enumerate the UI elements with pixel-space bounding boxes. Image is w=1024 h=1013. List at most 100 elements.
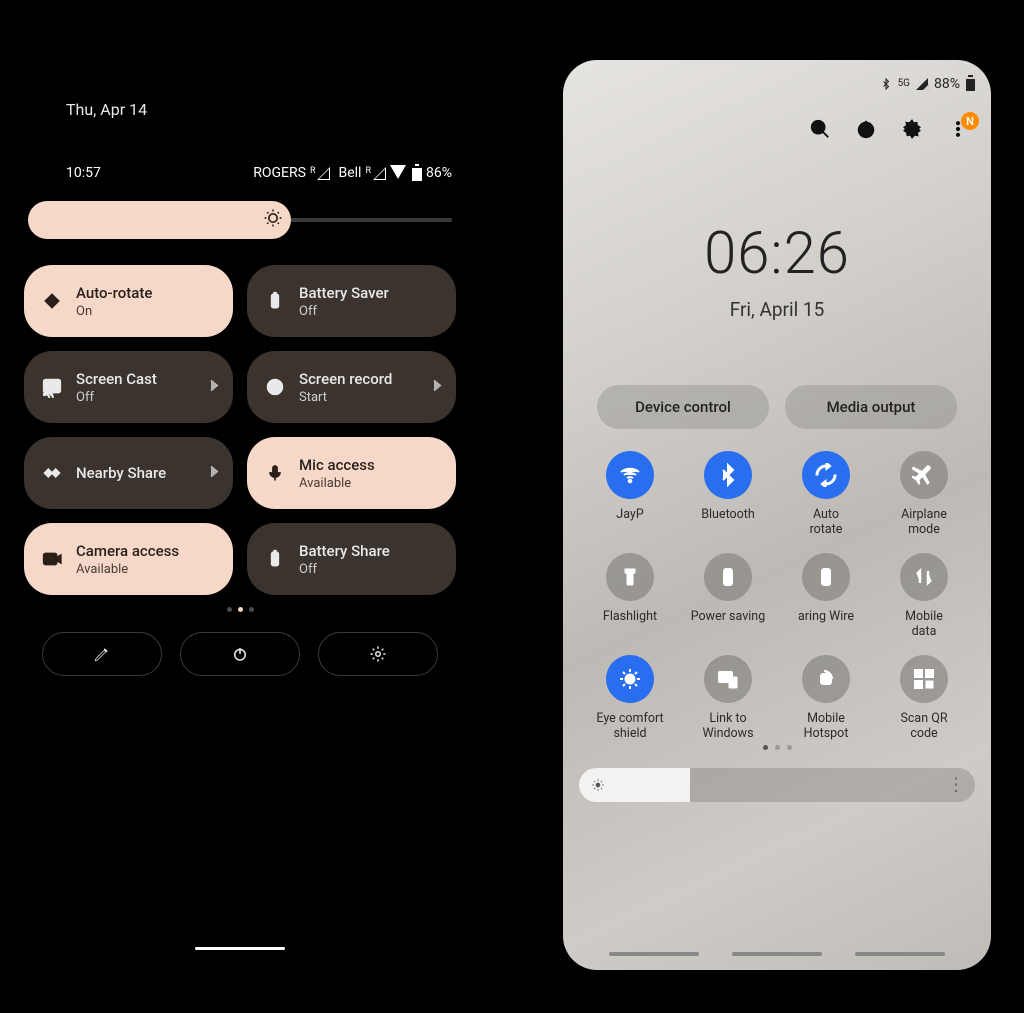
qs-tile-qr[interactable]: Scan QRcode [875, 655, 973, 741]
link-icon [704, 655, 752, 703]
tile-label: Scan QRcode [900, 711, 947, 741]
qs-tile-wifi[interactable]: JayP [581, 451, 679, 537]
tile-subtitle: Start [299, 390, 392, 405]
tile-label: Airplanemode [901, 507, 947, 537]
qs-tile-mobiledata[interactable]: Mobiledata [875, 553, 973, 639]
more-button[interactable]: N [947, 118, 969, 140]
qs-tile-bluetooth[interactable]: Bluetooth [679, 451, 777, 537]
flashlight-icon [606, 553, 654, 601]
rotate-icon [40, 290, 64, 312]
tile-label: aring Wire [798, 609, 854, 639]
qs-tile-rotate[interactable]: Autorotate [777, 451, 875, 537]
device-control-button[interactable]: Device control [597, 385, 769, 429]
qs-tile-hotspot[interactable]: MobileHotspot [777, 655, 875, 741]
tile-title: Auto-rotate [76, 284, 152, 302]
battery-share-icon [263, 549, 287, 569]
tile-subtitle: Available [299, 476, 375, 491]
cast-icon [40, 376, 64, 398]
qs-tile-airplane[interactable]: Airplanemode [875, 451, 973, 537]
mic-icon [263, 463, 287, 483]
airplane-icon [900, 451, 948, 499]
tile-label: Eye comfortshield [596, 711, 663, 741]
clock-time: 06:26 [563, 220, 991, 288]
qs-tile-record[interactable]: Screen record Start [247, 351, 456, 423]
expand-icon[interactable]: ⋮ [947, 775, 965, 796]
notification-badge: N [961, 112, 979, 130]
power-button[interactable] [180, 632, 300, 676]
tile-label: Bluetooth [701, 507, 755, 537]
battery-icon [412, 166, 422, 181]
qs-tile-flashlight[interactable]: Flashlight [581, 553, 679, 639]
tile-label: Link toWindows [702, 711, 753, 741]
tile-subtitle: On [76, 304, 152, 319]
camera-icon [40, 548, 64, 570]
date-text: Thu, Apr 14 [10, 40, 470, 119]
tile-label: Mobiledata [905, 609, 943, 639]
battery-percent: 88% [934, 76, 960, 92]
tile-title: Battery Saver [299, 284, 389, 302]
carrier-label-2: Bell [338, 165, 361, 181]
signal-2-icon: R [365, 167, 386, 180]
tile-label: MobileHotspot [804, 711, 849, 741]
tile-title: Camera access [76, 542, 179, 560]
qs-tile-camera[interactable]: Camera access Available [24, 523, 233, 595]
wifi-icon [606, 451, 654, 499]
bluetooth-status-icon [880, 77, 892, 91]
chevron-right-icon [432, 378, 442, 397]
tile-title: Battery Share [299, 542, 390, 560]
hotspot-icon [802, 655, 850, 703]
tile-subtitle: Off [299, 304, 389, 319]
wifi-icon [390, 167, 406, 179]
qs-tile-eyecomfort[interactable]: Eye comfortshield [581, 655, 679, 741]
brightness-slider[interactable] [28, 201, 452, 239]
qs-tile-powersave[interactable]: Power saving [679, 553, 777, 639]
battery-percent: 86% [426, 165, 452, 181]
qs-tile-rotate[interactable]: Auto-rotate On [24, 265, 233, 337]
page-indicator [563, 745, 991, 750]
gesture-bar[interactable] [195, 947, 285, 950]
brightness-slider[interactable]: ⋮ [579, 768, 975, 802]
status-bar: 5G 88% [563, 60, 991, 92]
signal-1-icon: R [310, 167, 331, 180]
brightness-auto-icon [263, 208, 283, 232]
settings-button[interactable] [901, 118, 923, 140]
qs-tile-mic[interactable]: Mic access Available [247, 437, 456, 509]
record-icon [263, 376, 287, 398]
settings-button[interactable] [318, 632, 438, 676]
eyecomfort-icon [606, 655, 654, 703]
tile-title: Screen Cast [76, 370, 157, 388]
bluetooth-icon [704, 451, 752, 499]
qs-tile-cast[interactable]: Screen Cast Off [24, 351, 233, 423]
mobiledata-icon [900, 553, 948, 601]
tile-label: Power saving [691, 609, 765, 639]
tile-title: Mic access [299, 456, 375, 474]
nearby-icon [40, 462, 64, 484]
battery-saver-icon [263, 291, 287, 311]
signal-icon [916, 78, 928, 90]
navigation-bar[interactable] [563, 952, 991, 956]
edit-button[interactable] [42, 632, 162, 676]
battery-icon [966, 77, 975, 91]
qr-icon [900, 655, 948, 703]
qs-tile-battery-saver[interactable]: Battery Saver Off [247, 265, 456, 337]
qs-tile-link[interactable]: Link toWindows [679, 655, 777, 741]
clock-text: 10:57 [66, 165, 101, 181]
samsung-quick-panel: 5G 88% N 06:26 Fri, April 15 Device cont… [563, 60, 991, 970]
media-output-button[interactable]: Media output [785, 385, 957, 429]
search-button[interactable] [809, 118, 831, 140]
chevron-right-icon [209, 464, 219, 483]
carrier-label-1: ROGERS [253, 165, 306, 181]
share-icon [802, 553, 850, 601]
tile-label: JayP [616, 507, 643, 537]
tile-label: Flashlight [603, 609, 657, 639]
page-indicator [10, 607, 470, 612]
tile-label: Autorotate [810, 507, 843, 537]
tile-title: Nearby Share [76, 464, 166, 482]
qs-tile-nearby[interactable]: Nearby Share [24, 437, 233, 509]
powersave-icon [704, 553, 752, 601]
qs-tile-share[interactable]: aring Wire [777, 553, 875, 639]
qs-tile-battery-share[interactable]: Battery Share Off [247, 523, 456, 595]
network-type: 5G [898, 79, 910, 89]
brightness-icon [591, 778, 605, 792]
power-button[interactable] [855, 118, 877, 140]
